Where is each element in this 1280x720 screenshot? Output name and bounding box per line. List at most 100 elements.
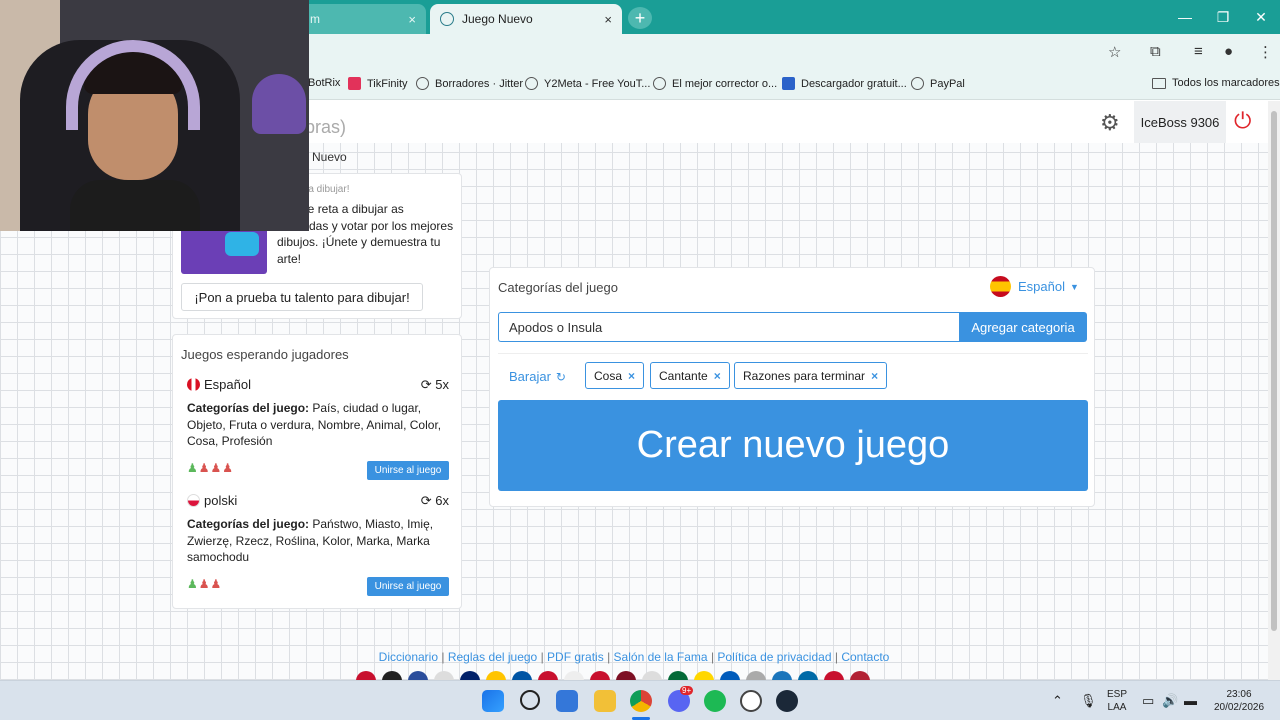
create-game-button[interactable]: Crear nuevo juego [498, 400, 1088, 491]
search-icon[interactable] [520, 690, 540, 710]
bookmark-corrector[interactable]: El mejor corrector o... [653, 77, 777, 90]
bookmark-descargador[interactable]: Descargador gratuit... [782, 77, 907, 90]
power-icon[interactable]: ⏻ [1234, 108, 1251, 134]
chip-label: Razones para terminar [743, 368, 866, 383]
join-game-button[interactable]: Unirse al juego [367, 461, 449, 480]
chip-label: Cantante [659, 368, 708, 383]
close-window-button[interactable]: ✕ [1242, 0, 1280, 34]
chrome-icon[interactable] [630, 690, 652, 712]
remove-chip-icon[interactable]: × [714, 369, 721, 383]
game-language: Español [187, 377, 251, 392]
volume-icon[interactable]: 🔊 [1162, 693, 1178, 709]
media-control-icon[interactable]: ≡ [1194, 43, 1203, 60]
restore-button[interactable]: ❐ [1204, 0, 1242, 34]
flag-icon[interactable] [512, 671, 532, 680]
flag-icon[interactable] [356, 671, 376, 680]
flag-icon[interactable] [538, 671, 558, 680]
language-code: ESP [1106, 689, 1127, 700]
shuffle-button[interactable]: Barajar ↻ [509, 369, 566, 384]
windows-start-icon[interactable] [482, 690, 504, 712]
divider [498, 353, 1088, 354]
language-select[interactable]: Español ▼ [990, 276, 1079, 297]
footer-link-contact[interactable]: Contacto [841, 650, 889, 664]
page-scrollbar[interactable] [1268, 101, 1280, 680]
scrollbar-thumb[interactable] [1271, 111, 1277, 631]
footer-separator: | [441, 650, 445, 664]
gear-icon[interactable]: ⚙ [1100, 110, 1120, 136]
player-empty-icon: ♟ [210, 577, 223, 591]
network-icon[interactable]: ▭ [1142, 693, 1154, 709]
store-icon[interactable] [556, 690, 578, 712]
bookmark-star-icon[interactable]: ☆ [1108, 43, 1121, 61]
remove-chip-icon[interactable]: × [628, 369, 635, 383]
obs-icon[interactable] [740, 690, 762, 712]
new-tab-button[interactable]: + [628, 7, 652, 29]
clock[interactable]: 23:06 20/02/2026 [1210, 688, 1268, 714]
flag-icon [187, 494, 200, 507]
waiting-games-card: Juegos esperando jugadores Español ⟳ 5x … [172, 334, 462, 609]
bookmark-jitter[interactable]: Borradores · Jitter [416, 77, 523, 90]
all-bookmarks[interactable]: Todos los marcadores [1152, 77, 1280, 89]
battery-icon[interactable]: ▬ [1184, 693, 1197, 708]
footer-link-hall-of-fame[interactable]: Salón de la Fama [614, 650, 708, 664]
bookmark-label: El mejor corrector o... [672, 77, 778, 90]
globe-icon [911, 77, 924, 90]
downloader-icon [782, 77, 795, 90]
bookmark-label: Borradores · Jitter [435, 77, 524, 90]
browser-tab-active[interactable]: Juego Nuevo × [430, 4, 622, 34]
minimize-button[interactable]: — [1166, 0, 1204, 34]
flag-icon[interactable] [408, 671, 428, 680]
flag-icon[interactable] [460, 671, 480, 680]
spotify-icon[interactable] [704, 690, 726, 712]
user-menu[interactable]: IceBoss 9306 [1134, 101, 1226, 143]
browser-tab-inactive[interactable]: m × [300, 4, 426, 34]
flag-icon[interactable] [564, 671, 584, 680]
site-title[interactable]: bras) [305, 117, 346, 138]
extensions-icon[interactable]: ⧉ [1150, 43, 1161, 60]
footer-separator: | [834, 650, 838, 664]
language-label: Español [1018, 279, 1065, 294]
player-empty-icon: ♟ [222, 461, 235, 475]
more-menu-icon[interactable]: ⋮ [1258, 43, 1273, 61]
flag-icon[interactable] [590, 671, 610, 680]
flag-icon[interactable] [694, 671, 714, 680]
flag-icon[interactable] [382, 671, 402, 680]
flag-icon[interactable] [824, 671, 844, 680]
globe-icon [653, 77, 666, 90]
bookmark-paypal[interactable]: PayPal [911, 77, 965, 90]
flag-icon[interactable] [850, 671, 870, 680]
tab-close-icon[interactable]: × [408, 12, 416, 27]
category-input[interactable]: Apodos o Insula [498, 312, 960, 342]
bookmark-y2meta[interactable]: Y2Meta - Free YouT... [525, 77, 650, 90]
promo-thumbnail[interactable] [181, 226, 267, 274]
bookmark-botrix[interactable]: BotRix [308, 77, 340, 89]
flag-icon[interactable] [642, 671, 662, 680]
input-language[interactable]: ESP LAA [1106, 688, 1128, 714]
bookmark-tikfinity[interactable]: TikFinity [348, 77, 408, 90]
discord-badge: 9+ [680, 686, 694, 695]
footer-link-dictionary[interactable]: Diccionario [379, 650, 438, 664]
microphone-icon[interactable]: 🎙 [1080, 693, 1097, 709]
flag-icon[interactable] [434, 671, 454, 680]
join-game-button[interactable]: Unirse al juego [367, 577, 449, 596]
flag-icon[interactable] [798, 671, 818, 680]
promo-button[interactable]: ¡Pon a prueba tu talento para dibujar! [181, 283, 423, 311]
remove-chip-icon[interactable]: × [871, 369, 878, 383]
file-explorer-icon[interactable] [594, 690, 616, 712]
flag-icon[interactable] [720, 671, 740, 680]
tab-close-icon[interactable]: × [604, 12, 612, 27]
flag-icon[interactable] [746, 671, 766, 680]
chevron-up-icon[interactable]: ⌃ [1052, 693, 1063, 709]
add-category-button[interactable]: Agregar categoria [959, 312, 1087, 342]
footer-separator: | [607, 650, 611, 664]
footer-link-pdf[interactable]: PDF gratis [547, 650, 604, 664]
flag-icon[interactable] [772, 671, 792, 680]
steam-icon[interactable] [776, 690, 798, 712]
flag-icon[interactable] [668, 671, 688, 680]
footer-links: Diccionario | Reglas del juego | PDF gra… [0, 650, 1268, 664]
footer-link-rules[interactable]: Reglas del juego [448, 650, 537, 664]
flag-icon[interactable] [486, 671, 506, 680]
profile-icon[interactable]: ● [1224, 43, 1233, 60]
footer-link-privacy[interactable]: Política de privacidad [717, 650, 831, 664]
flag-icon[interactable] [616, 671, 636, 680]
